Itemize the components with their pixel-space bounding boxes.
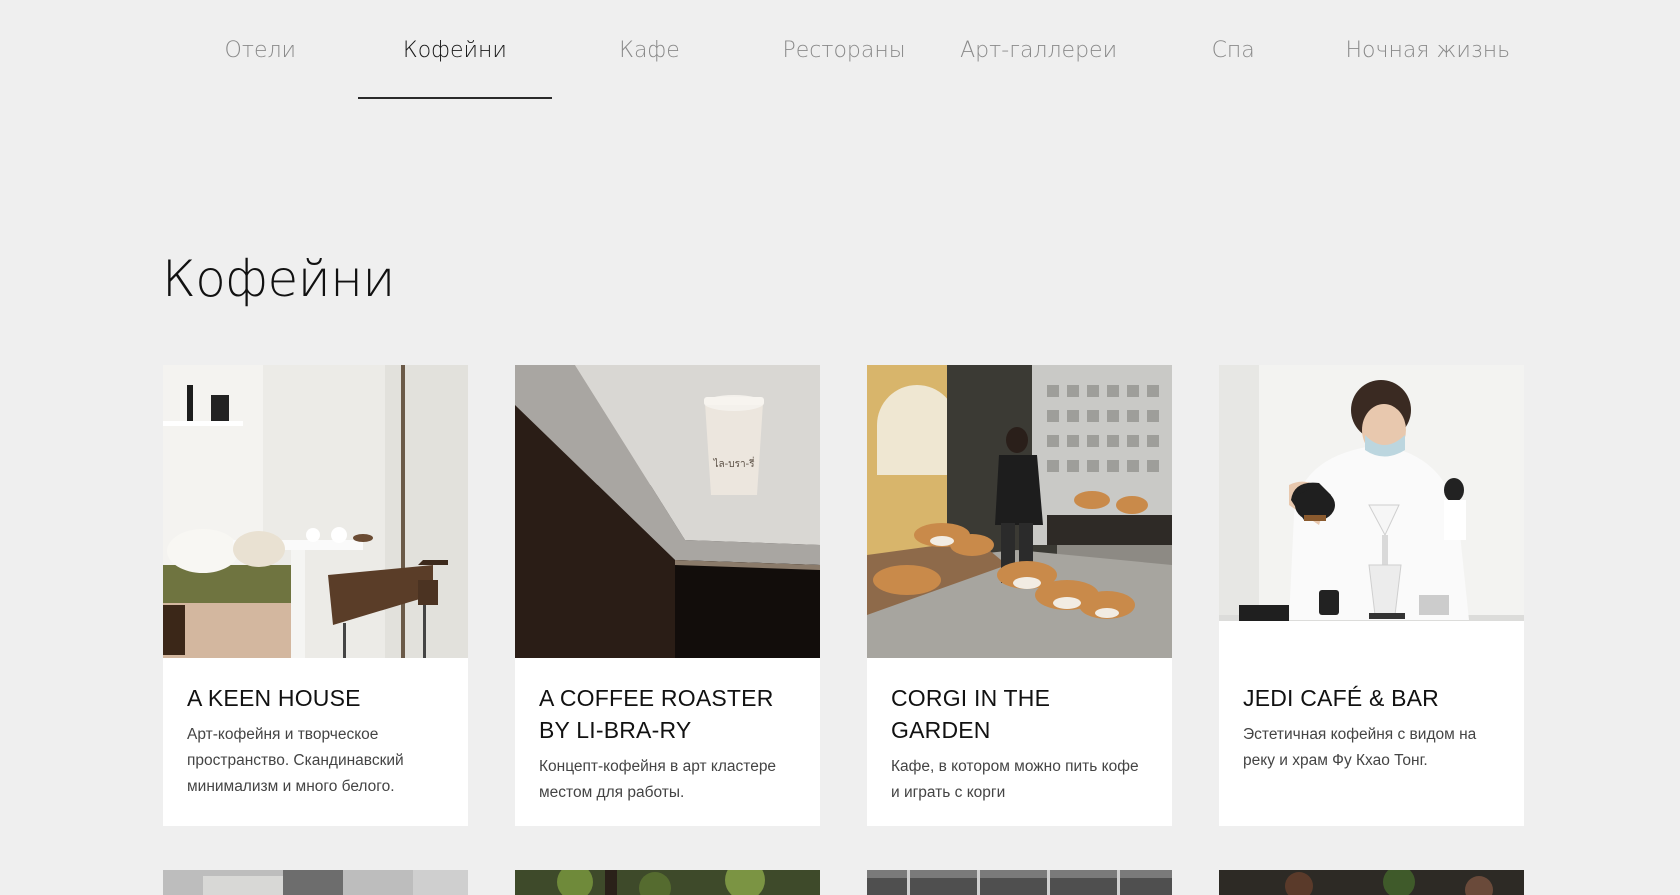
place-card[interactable]: A KEEN HOUSE Арт-кофейня и творческое пр… (163, 365, 468, 826)
card-grid-row-2 (163, 870, 1524, 895)
card-description: Концепт-кофейня в арт кластере местом дл… (539, 758, 777, 801)
partial-card-image-1 (163, 870, 468, 895)
white-scandinavian-interior-photo (163, 365, 468, 658)
category-nav: Отели Кофейни Кафе Рестораны Арт-галлере… (163, 0, 1525, 100)
place-card[interactable]: ไล-บรา-รี่ A COFFEE ROASTER BY LI-BRA-RY… (515, 365, 820, 826)
card-description: Эстетичная кофейня с видом на реку и хра… (1243, 726, 1477, 769)
card-title: A KEEN HOUSE (187, 685, 361, 711)
card-body: A COFFEE ROASTER BY LI-BRA-RY Концепт-ко… (515, 658, 820, 826)
nav-item-spa[interactable]: Спа (1136, 0, 1331, 100)
coffee-cup-on-counter-photo: ไล-บรา-รี่ (515, 365, 820, 658)
card-title: CORGI IN THE GARDEN (891, 685, 1051, 743)
partial-card-image-4 (1219, 870, 1524, 895)
card-description: Кафе, в котором можно пить кофе и играть… (891, 758, 1139, 801)
nav-item-cafes[interactable]: Кафе (552, 0, 747, 100)
place-card[interactable]: JEDI CAFÉ & BAR Эстетичная кофейня с вид… (1219, 365, 1524, 826)
nav-item-art-galleries[interactable]: Арт-галлереи (941, 0, 1136, 100)
card-body: A KEEN HOUSE Арт-кофейня и творческое пр… (163, 658, 468, 824)
nav-item-hotels[interactable]: Отели (163, 0, 358, 100)
card-title: JEDI CAFÉ & BAR (1243, 685, 1439, 711)
barista-pouring-coffee-photo (1219, 365, 1524, 658)
nav-item-coffee-shops[interactable]: Кофейни (357, 0, 553, 100)
nav-item-restaurants[interactable]: Рестораны (747, 0, 942, 100)
card-image-partial[interactable] (515, 870, 820, 895)
card-title: A COFFEE ROASTER BY LI-BRA-RY (539, 685, 774, 743)
card-image-partial[interactable] (1219, 870, 1524, 895)
section-title: Кофейни (162, 250, 395, 308)
card-body: JEDI CAFÉ & BAR Эстетичная кофейня с вид… (1219, 658, 1524, 824)
card-grid: A KEEN HOUSE Арт-кофейня и творческое пр… (163, 365, 1524, 826)
card-image-partial[interactable] (867, 870, 1172, 895)
card-image: ไล-บรา-รี่ (515, 365, 820, 658)
page: Отели Кофейни Кафе Рестораны Арт-галлере… (0, 0, 1680, 895)
partial-card-image-2 (515, 870, 820, 895)
nav-item-nightlife[interactable]: Ночная жизнь (1330, 0, 1525, 100)
card-image (163, 365, 468, 658)
card-image (867, 365, 1172, 658)
woman-with-corgi-dogs-photo (867, 365, 1172, 658)
cup-label: ไล-บรา-รี่ (712, 456, 755, 470)
card-image-partial[interactable] (163, 870, 468, 895)
card-description: Арт-кофейня и творческое пространство. С… (187, 726, 404, 795)
card-body: CORGI IN THE GARDEN Кафе, в котором можн… (867, 658, 1172, 826)
partial-card-image-3 (867, 870, 1172, 895)
card-image (1219, 365, 1524, 658)
place-card[interactable]: CORGI IN THE GARDEN Кафе, в котором можн… (867, 365, 1172, 826)
